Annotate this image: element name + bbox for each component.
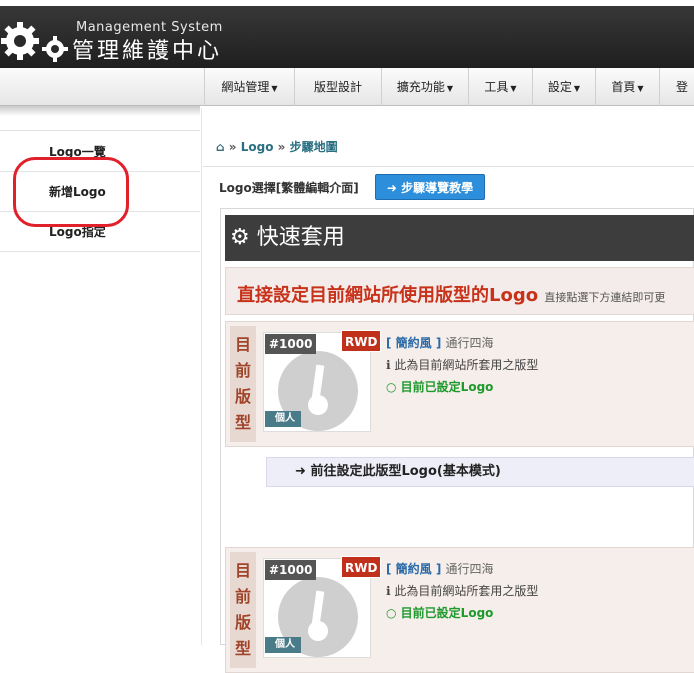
arrow-circle-icon: ➜ [386, 181, 397, 195]
home-icon[interactable]: ⌂ [216, 140, 225, 154]
info-icon: ℹ [386, 584, 391, 598]
current-template-tag: 目前版型 [230, 552, 256, 668]
template-info: [ 簡約風 ] 通行四海 ℹ 此為目前網站所套用之版型 ○ 目前已設定Logo [386, 562, 539, 620]
logo-select-label: Logo選擇[繁體編輯介面] [219, 181, 359, 195]
caret-down-icon: ▼ [510, 84, 517, 93]
nav-item-tools[interactable]: 工具 ▼ [468, 68, 532, 106]
gear-logo-icon [1, 22, 68, 62]
nav-item-template-design[interactable]: 版型設計 [294, 68, 381, 106]
breadcrumb-logo[interactable]: Logo [241, 140, 274, 154]
rwd-badge: RWD [341, 556, 382, 578]
brand-title: 管理維護中心 [72, 39, 223, 64]
personal-badge: 個人 [265, 411, 301, 427]
caret-down-icon: ▼ [637, 84, 644, 93]
template-info: [ 簡約風 ] 通行四海 ℹ 此為目前網站所套用之版型 ○ 目前已設定Logo [386, 336, 539, 394]
style-label-link[interactable]: [ 簡約風 ] [386, 562, 441, 576]
panel-header: ⚙ 快速套用 [225, 215, 694, 261]
panel-subheader: 直接設定目前網站所使用版型的Logo 直接點選下方連結即可更 [225, 267, 694, 315]
template-number-badge: #1000 [265, 560, 317, 580]
gear-icon: ⚙ [230, 225, 250, 250]
nav-item-site-management[interactable]: 網站管理 ▼ [204, 68, 294, 106]
current-template-tag: 目前版型 [230, 326, 256, 442]
personal-badge: 個人 [265, 637, 301, 653]
template-card: 目前版型 #1000 個人 RWD [ 簡約風 ] 通行四海 ℹ 此為目前網站所… [225, 547, 694, 673]
quick-apply-panel: ⚙ 快速套用 直接設定目前網站所使用版型的Logo 直接點選下方連結即可更 目前… [220, 208, 694, 673]
step-guide-button[interactable]: ➜ 步驟導覽教學 [375, 174, 485, 200]
circle-icon: ○ [386, 380, 397, 394]
style-label-link[interactable]: [ 簡約風 ] [386, 336, 441, 350]
template-number-badge: #1000 [265, 334, 317, 354]
go-set-logo-button[interactable]: ➜ 前往設定此版型Logo(基本模式) [266, 457, 694, 487]
nav-item-home[interactable]: 首頁 ▼ [595, 68, 659, 106]
caret-down-icon: ▼ [446, 84, 454, 93]
top-header: Management System 管理維護中心 [0, 0, 694, 68]
nav-item-settings[interactable]: 設定 ▼ [532, 68, 595, 106]
template-card: 目前版型 #1000 個人 RWD [ 簡約風 ] 通行四海 ℹ 此為目前網站所… [225, 321, 694, 447]
rwd-badge: RWD [341, 330, 382, 352]
main-nav: 網站管理▼ 版型設計 擴充功能▼ 工具▼ 設定▼ 首頁▼ 登出 [0, 68, 694, 132]
breadcrumb: ⌂ » Logo » 步驟地圖 [216, 140, 338, 154]
highlight-annotation [13, 157, 129, 227]
caret-down-icon: ▼ [573, 84, 581, 93]
nav-item-extensions[interactable]: 擴充功能 ▼ [381, 68, 468, 106]
main-content: ⌂ » Logo » 步驟地圖 Logo選擇[繁體編輯介面] ➜ 步驟導覽教學 … [203, 108, 694, 673]
info-icon: ℹ [386, 358, 391, 372]
caret-down-icon: ▼ [271, 84, 278, 93]
arrow-circle-icon: ➜ [295, 464, 306, 479]
nav-item-logout[interactable]: 登出 [659, 68, 694, 132]
circle-icon: ○ [386, 606, 397, 620]
breadcrumb-step-map[interactable]: 步驟地圖 [290, 140, 338, 154]
